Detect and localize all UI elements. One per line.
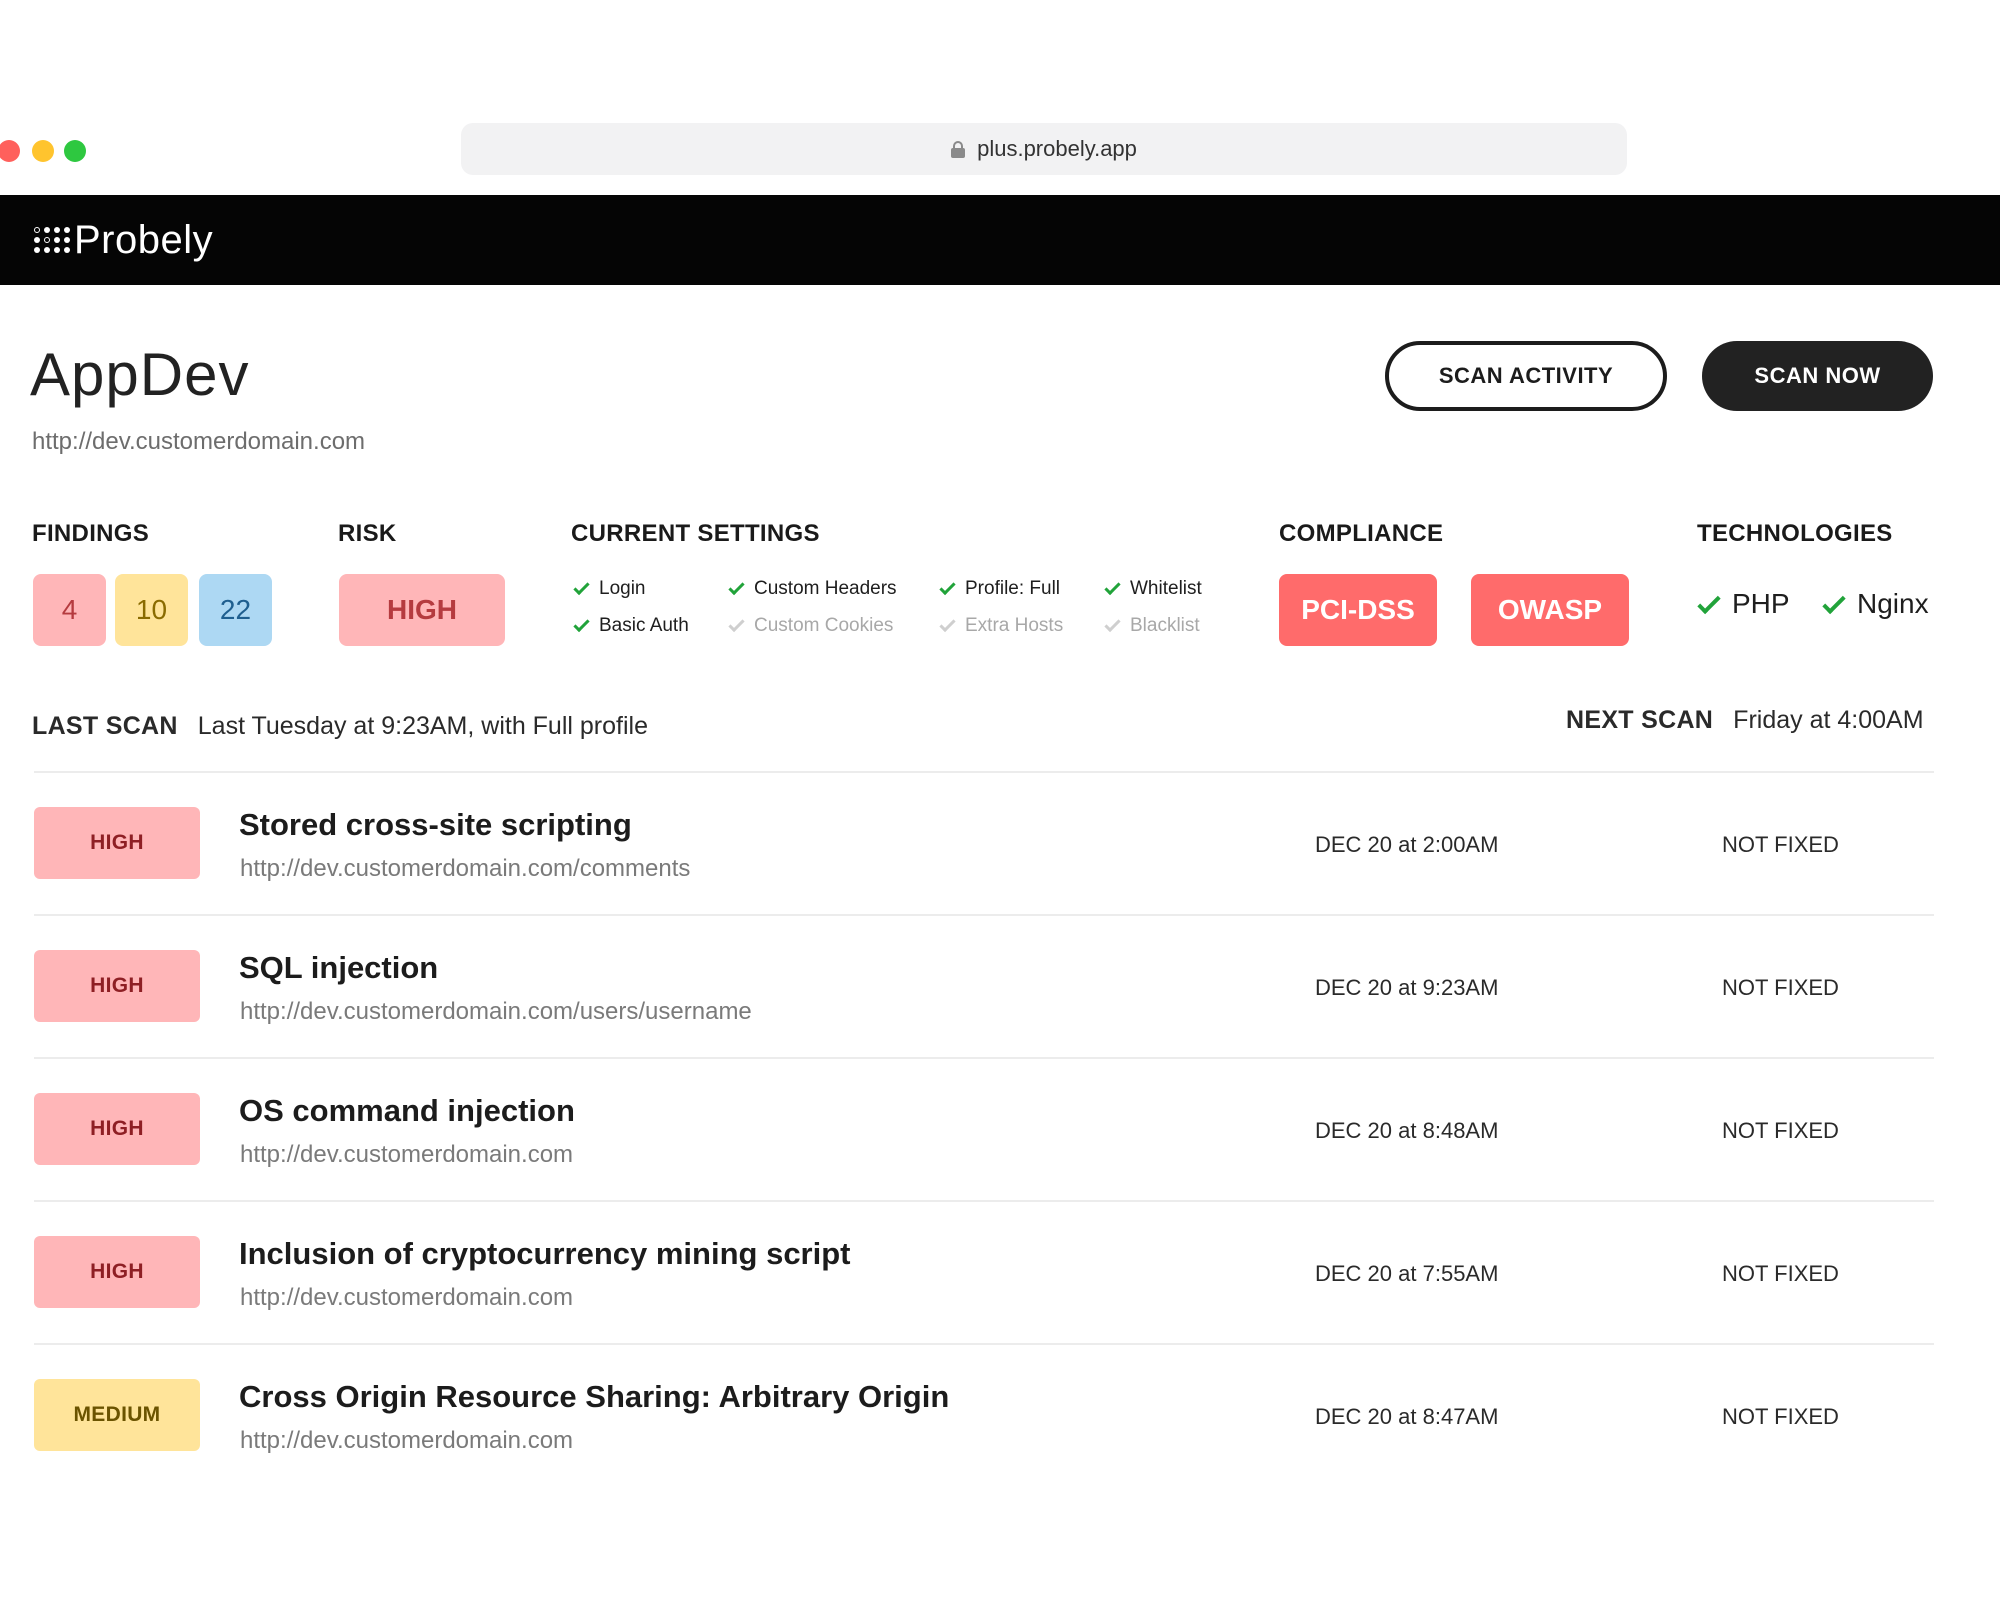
finding-title[interactable]: OS command injection — [239, 1093, 575, 1129]
severity-badge: MEDIUM — [34, 1379, 200, 1451]
browser-chrome: plus.probely.app — [0, 0, 2000, 195]
setting-whitelist: Whitelist — [1104, 578, 1202, 600]
check-icon — [939, 578, 956, 596]
setting-blacklist: Blacklist — [1104, 615, 1200, 637]
finding-date: DEC 20 at 9:23AM — [1315, 975, 1499, 1000]
finding-status: NOT FIXED — [1722, 1404, 1839, 1429]
lock-icon — [951, 141, 966, 158]
setting-custom-headers: Custom Headers — [728, 578, 897, 600]
severity-badge: HIGH — [34, 950, 200, 1022]
next-scan-info: NEXT SCAN Friday at 4:00AM — [1566, 706, 1924, 735]
finding-date: DEC 20 at 8:48AM — [1315, 1118, 1499, 1143]
check-icon — [728, 578, 745, 596]
finding-row[interactable]: HIGH Inclusion of cryptocurrency mining … — [34, 1200, 1934, 1343]
finding-row[interactable]: HIGH SQL injection http://dev.customerdo… — [34, 914, 1934, 1057]
last-scan-label: LAST SCAN — [32, 712, 178, 740]
finding-row[interactable]: HIGH Stored cross-site scripting http://… — [34, 771, 1934, 914]
findings-label: FINDINGS — [32, 520, 150, 547]
finding-row[interactable]: MEDIUM Cross Origin Resource Sharing: Ar… — [34, 1343, 1934, 1486]
findings-high-count[interactable]: 4 — [33, 574, 106, 646]
finding-url: http://dev.customerdomain.com/users/user… — [240, 998, 752, 1025]
finding-title[interactable]: Inclusion of cryptocurrency mining scrip… — [239, 1236, 851, 1272]
compliance-badge-pci-dss[interactable]: PCI-DSS — [1279, 574, 1437, 646]
finding-title[interactable]: Cross Origin Resource Sharing: Arbitrary… — [239, 1379, 949, 1415]
check-icon — [728, 615, 745, 633]
finding-row[interactable]: HIGH OS command injection http://dev.cus… — [34, 1057, 1934, 1200]
check-icon — [573, 578, 590, 596]
setting-basic-auth: Basic Auth — [573, 615, 689, 637]
next-scan-value: Friday at 4:00AM — [1733, 706, 1924, 734]
compliance-label: COMPLIANCE — [1279, 520, 1444, 547]
app-logo[interactable]: Probely — [74, 218, 213, 263]
risk-badge: HIGH — [339, 574, 505, 646]
address-bar[interactable]: plus.probely.app — [461, 123, 1627, 175]
setting-profile: Profile: Full — [939, 578, 1060, 600]
findings-list: HIGH Stored cross-site scripting http://… — [34, 771, 1934, 1486]
finding-url: http://dev.customerdomain.com — [240, 1427, 574, 1454]
findings-low-count[interactable]: 22 — [199, 574, 272, 646]
address-bar-url: plus.probely.app — [977, 136, 1137, 161]
setting-login: Login — [573, 578, 646, 600]
next-scan-label: NEXT SCAN — [1566, 706, 1714, 734]
target-url: http://dev.customerdomain.com — [32, 428, 366, 455]
finding-url: http://dev.customerdomain.com — [240, 1141, 574, 1168]
check-icon — [1822, 590, 1846, 614]
probely-logo-icon — [34, 227, 70, 253]
finding-date: DEC 20 at 7:55AM — [1315, 1261, 1499, 1286]
check-icon — [1104, 578, 1121, 596]
close-window-button[interactable] — [0, 140, 20, 162]
technology-nginx: Nginx — [1822, 588, 1929, 620]
check-icon — [939, 615, 956, 633]
scan-activity-button[interactable]: SCAN ACTIVITY — [1385, 341, 1667, 411]
severity-badge: HIGH — [34, 807, 200, 879]
scan-now-button[interactable]: SCAN NOW — [1702, 341, 1933, 411]
finding-url: http://dev.customerdomain.com — [240, 1284, 574, 1311]
severity-badge: HIGH — [34, 1236, 200, 1308]
technology-php: PHP — [1697, 588, 1790, 620]
finding-status: NOT FIXED — [1722, 975, 1839, 1000]
last-scan-info: LAST SCAN Last Tuesday at 9:23AM, with Fu… — [32, 712, 648, 741]
finding-url: http://dev.customerdomain.com/comments — [240, 855, 691, 882]
finding-date: DEC 20 at 2:00AM — [1315, 832, 1499, 857]
setting-extra-hosts: Extra Hosts — [939, 615, 1063, 637]
risk-label: RISK — [338, 520, 397, 547]
technologies-label: TECHNOLOGIES — [1697, 520, 1893, 547]
settings-label: CURRENT SETTINGS — [571, 520, 820, 547]
finding-status: NOT FIXED — [1722, 1261, 1839, 1286]
minimize-window-button[interactable] — [32, 140, 54, 162]
maximize-window-button[interactable] — [64, 140, 86, 162]
setting-custom-cookies: Custom Cookies — [728, 615, 893, 637]
finding-title[interactable]: SQL injection — [239, 950, 438, 986]
severity-badge: HIGH — [34, 1093, 200, 1165]
last-scan-value: Last Tuesday at 9:23AM, with Full profil… — [197, 712, 648, 740]
findings-medium-count[interactable]: 10 — [115, 574, 188, 646]
check-icon — [573, 615, 590, 633]
finding-date: DEC 20 at 8:47AM — [1315, 1404, 1499, 1429]
check-icon — [1104, 615, 1121, 633]
finding-status: NOT FIXED — [1722, 1118, 1839, 1143]
target-name: AppDev — [30, 341, 250, 408]
app-header: Probely — [0, 195, 2000, 285]
finding-status: NOT FIXED — [1722, 832, 1839, 857]
finding-title[interactable]: Stored cross-site scripting — [239, 807, 632, 843]
compliance-badge-owasp[interactable]: OWASP — [1471, 574, 1629, 646]
check-icon — [1697, 590, 1721, 614]
